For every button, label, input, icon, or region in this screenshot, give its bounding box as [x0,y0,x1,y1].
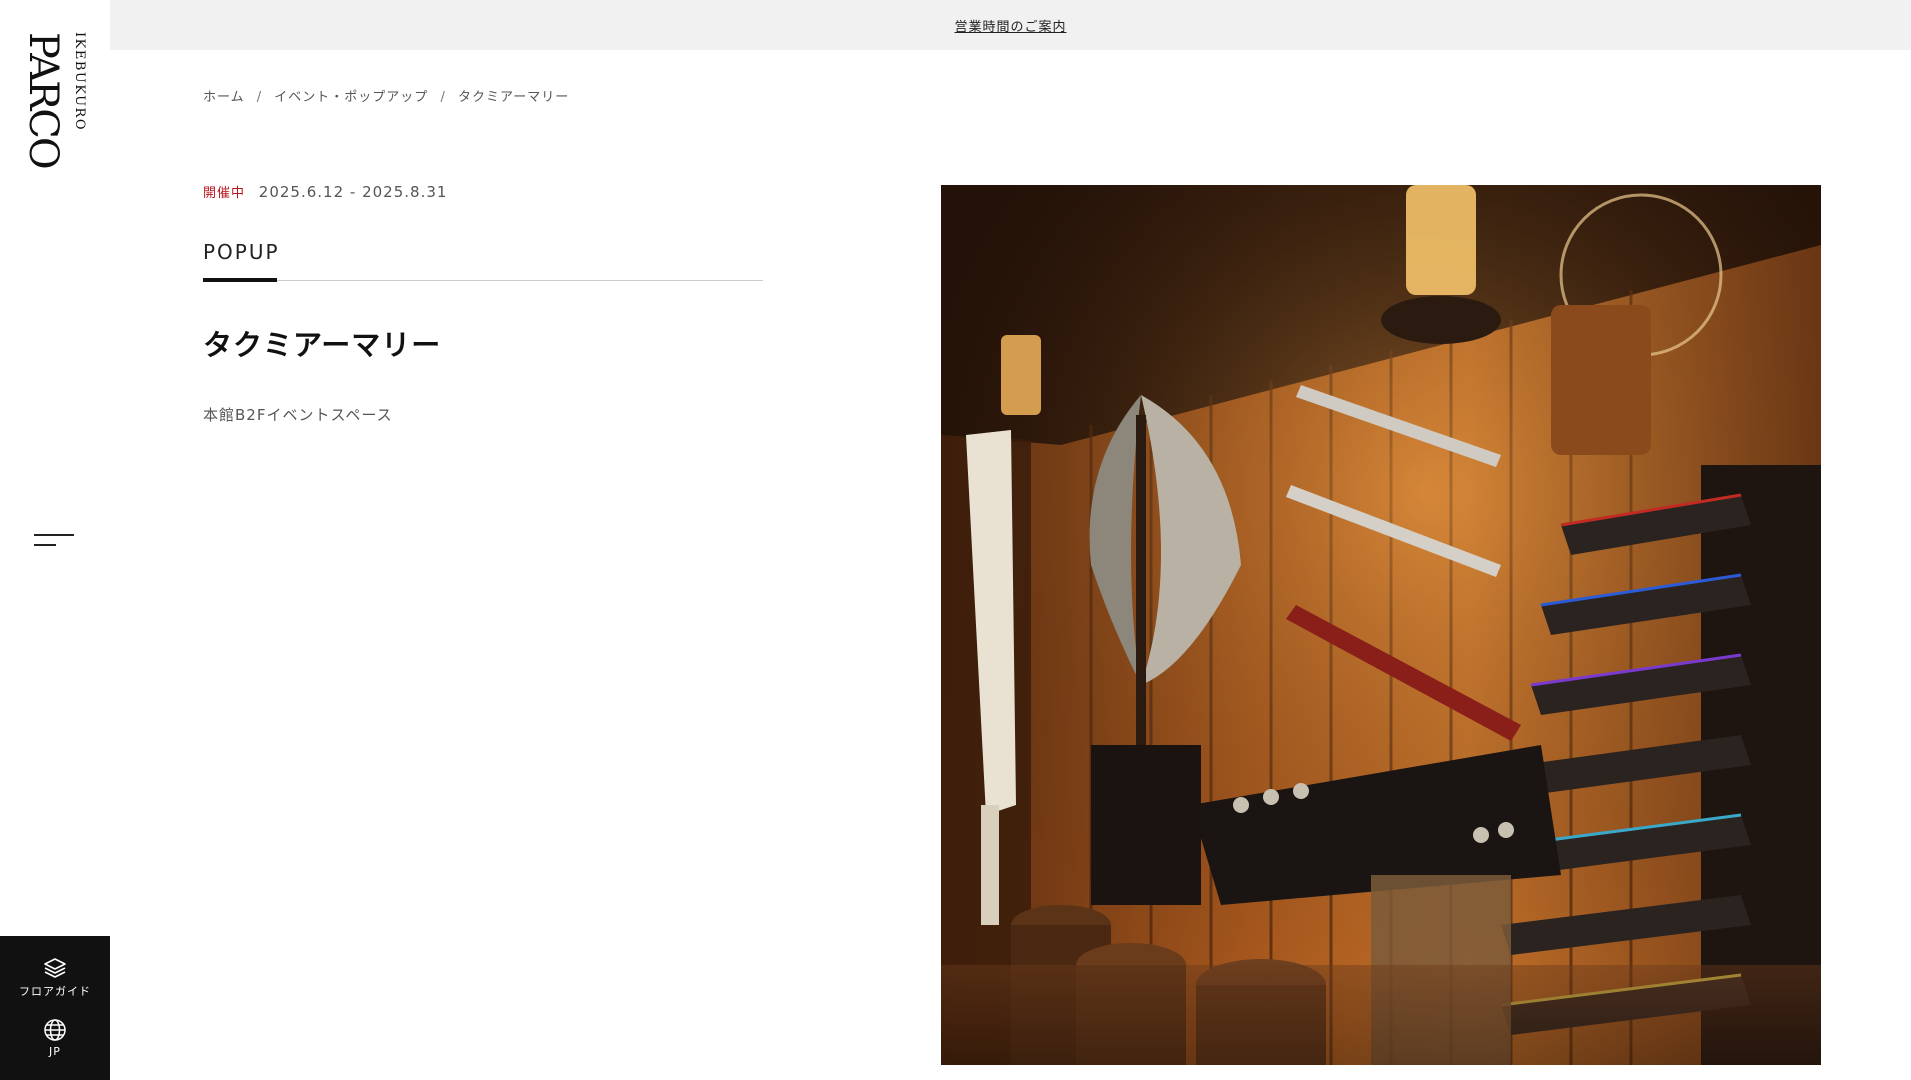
weapon-display-photo [941,185,1821,1065]
floor-guide-button[interactable]: フロアガイド [0,956,110,999]
breadcrumb-events[interactable]: イベント・ポップアップ [274,90,428,105]
parco-logo[interactable]: IKEBUKURO PARCO [22,28,88,168]
breadcrumb-current: タクミアーマリー [457,90,570,105]
status-badge: 開催中 [203,186,246,201]
notice-bar: 営業時間のご案内 [110,0,1911,50]
hamburger-icon [34,534,74,536]
language-label: JP [49,1045,61,1058]
event-status-row: 開催中 2025.6.12 - 2025.8.31 [203,182,447,201]
globe-icon [44,1019,66,1041]
language-button[interactable]: JP [0,1018,110,1058]
layers-icon [44,958,66,978]
hero-image [941,185,1821,1065]
sidebar: IKEBUKURO PARCO フロアガイド JP [0,0,110,1080]
business-hours-link[interactable]: 営業時間のご案内 [954,16,1066,35]
breadcrumb-separator: / [256,90,263,105]
breadcrumb-home[interactable]: ホーム [203,90,245,105]
category-divider [203,280,763,281]
sidebar-bottom-panel: フロアガイド JP [0,936,110,1080]
logo-parco-text: PARCO [22,32,66,168]
page-title: タクミアーマリー [203,328,442,362]
category-underline [203,278,277,282]
menu-button[interactable] [30,526,78,556]
floor-guide-label: フロアガイド [19,985,91,998]
event-dates: 2025.6.12 - 2025.8.31 [258,183,448,201]
event-category: POPUP [203,240,280,264]
breadcrumb: ホーム / イベント・ポップアップ / タクミアーマリー [203,86,569,105]
event-location: 本館B2Fイベントスペース [203,406,393,424]
breadcrumb-separator: / [440,90,446,105]
logo-ikebukuro-text: IKEBUKURO [72,32,87,131]
hamburger-icon-line [34,544,56,546]
